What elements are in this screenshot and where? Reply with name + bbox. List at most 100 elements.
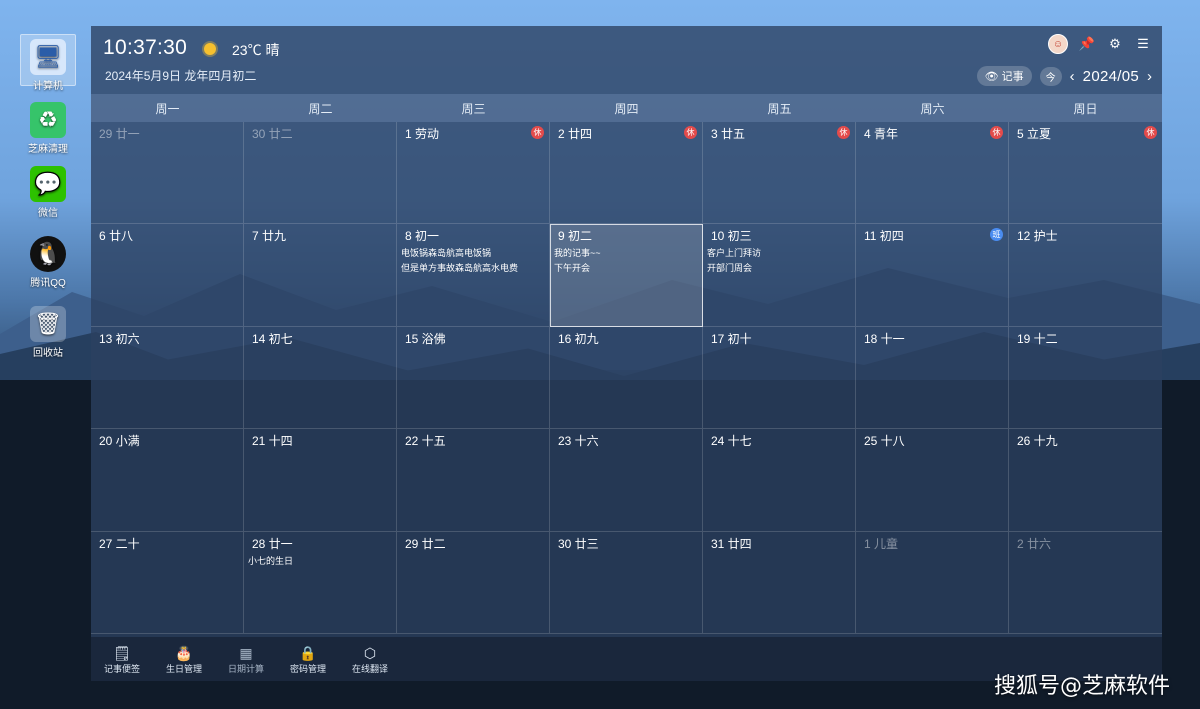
calendar-day-cell[interactable]: 27 二十 bbox=[91, 531, 244, 634]
day-label: 2 廿六 bbox=[1017, 536, 1052, 551]
notes-toggle-button[interactable]: 👁 记事 bbox=[976, 66, 1032, 86]
calendar-day-cell[interactable]: 17 初十 bbox=[703, 326, 856, 430]
settings-icon[interactable]: ⚙ bbox=[1106, 35, 1124, 53]
day-label: 12 护士 bbox=[1017, 229, 1058, 244]
calendar-day-cell[interactable]: 8 初一 电饭锅森岛航高电饭锅 但是单方事故森岛航高水电费 bbox=[397, 224, 550, 327]
toolbar-button[interactable]: 🔒 密码管理 bbox=[289, 644, 327, 675]
day-label: 28 廿一 bbox=[252, 536, 293, 551]
calendar-day-cell[interactable]: 30 廿三 bbox=[550, 531, 703, 634]
calculator-icon: ▦ bbox=[239, 644, 253, 661]
calendar-day-cell[interactable]: 29 廿一 bbox=[91, 122, 244, 225]
calendar-day-cell[interactable]: 3 廿五 休 bbox=[703, 122, 856, 225]
day-label: 31 廿四 bbox=[711, 536, 752, 551]
day-label: 7 廿九 bbox=[252, 229, 287, 244]
day-label: 16 初九 bbox=[558, 331, 599, 346]
calendar-day-cell[interactable]: 29 廿二 bbox=[397, 531, 550, 634]
cleaner-icon: ♻ bbox=[30, 102, 66, 138]
calendar-day-cell[interactable]: 10 初三 客户上门拜访 开部门周会 bbox=[703, 224, 856, 327]
calendar-panel: 10:37:30 23℃ 晴 2024年5月9日 龙年四月初二 ☺ 📌 ⚙ ☰ … bbox=[91, 26, 1162, 681]
day-label: 30 廿三 bbox=[558, 536, 599, 551]
calendar-day-cell[interactable]: 16 初九 bbox=[550, 326, 703, 430]
calendar-day-cell[interactable]: 23 十六 bbox=[550, 429, 703, 532]
computer-icon: 🖥 bbox=[30, 39, 66, 75]
next-month-icon[interactable]: › bbox=[1147, 68, 1152, 85]
day-note[interactable]: 下午开会 bbox=[554, 261, 702, 276]
weekday-label: 周四 bbox=[614, 101, 639, 116]
calendar-day-cell[interactable]: 25 十八 bbox=[856, 429, 1009, 532]
cake-icon: 🎂 bbox=[175, 644, 193, 661]
watermark: 搜狐号@芝麻软件 bbox=[993, 674, 1170, 699]
holiday-badge: 休 bbox=[1144, 126, 1157, 139]
day-note[interactable]: 我的记事~~ bbox=[554, 246, 702, 261]
calendar-day-cell[interactable]: 24 十七 bbox=[703, 429, 856, 532]
day-note[interactable]: 开部门周会 bbox=[707, 261, 855, 276]
toolbar-button[interactable]: ⬡ 在线翻译 bbox=[351, 644, 389, 675]
day-label: 6 廿八 bbox=[99, 229, 134, 244]
desktop-icon-cleaner[interactable]: ♻ 芝麻清理 bbox=[20, 98, 76, 155]
today-button[interactable]: 今 bbox=[1039, 66, 1062, 86]
calendar-day-cell[interactable]: 31 廿四 bbox=[703, 531, 856, 634]
day-label: 23 十六 bbox=[558, 434, 599, 449]
pin-icon[interactable]: 📌 bbox=[1078, 35, 1096, 53]
calendar-day-cell[interactable]: 5 立夏 休 bbox=[1009, 122, 1162, 225]
prev-month-icon[interactable]: ‹ bbox=[1070, 68, 1075, 85]
calendar-day-cell[interactable]: 1 劳动 休 bbox=[397, 122, 550, 225]
calendar-day-cell[interactable]: 20 小满 bbox=[91, 429, 244, 532]
weekday-label: 周三 bbox=[461, 101, 486, 116]
calendar-day-cell[interactable]: 14 初七 bbox=[244, 326, 397, 430]
toolbar-label: 生日管理 bbox=[165, 663, 202, 674]
desktop-icon-recycle-bin[interactable]: 🗑 回收站 bbox=[20, 302, 76, 359]
calendar-day-cell[interactable]: 2 廿六 bbox=[1009, 532, 1162, 634]
calendar-day-cell[interactable]: 6 廿八 bbox=[91, 224, 244, 327]
calendar-day-cell[interactable]: 9 初二 我的记事~~ 下午开会 bbox=[550, 224, 703, 327]
toolbar-label: 记事便签 bbox=[103, 663, 140, 674]
calendar-day-cell[interactable]: 26 十九 bbox=[1009, 429, 1162, 532]
day-notes: 小七的生日 bbox=[248, 554, 396, 569]
calendar-day-cell[interactable]: 18 十一 bbox=[856, 326, 1009, 430]
toolbar-label: 在线翻译 bbox=[351, 663, 388, 674]
calendar-day-cell[interactable]: 12 护士 bbox=[1009, 224, 1162, 327]
day-note[interactable]: 电饭锅森岛航高电饭锅 bbox=[401, 246, 549, 261]
desktop-icon-qq[interactable]: 🐧 腾讯QQ bbox=[20, 232, 76, 289]
calendar-day-cell[interactable]: 21 十四 bbox=[244, 429, 397, 532]
desktop-icon-wechat[interactable]: 💬 微信 bbox=[20, 162, 76, 219]
recycle-bin-icon: 🗑 bbox=[30, 306, 66, 342]
calendar-day-cell[interactable]: 7 廿九 bbox=[244, 224, 397, 327]
calendar-day-cell[interactable]: 2 廿四 休 bbox=[550, 122, 703, 225]
day-note[interactable]: 客户上门拜访 bbox=[707, 246, 855, 261]
weekday-header: 周一 周二 周三 周四 周五 周六 周日 bbox=[91, 94, 1162, 122]
sun-icon bbox=[198, 37, 222, 61]
day-label: 19 十二 bbox=[1017, 331, 1058, 346]
calendar-day-cell[interactable]: 13 初六 bbox=[91, 326, 244, 430]
calendar-day-cell[interactable]: 19 十二 bbox=[1009, 327, 1162, 430]
calendar-day-cell[interactable]: 15 浴佛 bbox=[397, 326, 550, 430]
calendar-day-cell[interactable]: 4 青年 休 bbox=[856, 122, 1009, 225]
toolbar-button[interactable]: ▦ 日期计算 bbox=[227, 644, 265, 675]
day-note[interactable]: 小七的生日 bbox=[248, 554, 396, 569]
wechat-icon: 💬 bbox=[30, 166, 66, 202]
menu-icon[interactable]: ☰ bbox=[1134, 35, 1152, 53]
avatar[interactable]: ☺ bbox=[1048, 34, 1068, 54]
weekday-label: 周六 bbox=[920, 101, 945, 116]
calendar-day-cell[interactable]: 1 儿童 bbox=[856, 531, 1009, 634]
day-label: 4 青年 bbox=[864, 127, 899, 141]
calendar-day-cell[interactable]: 30 廿二 bbox=[244, 122, 397, 225]
day-label: 30 廿二 bbox=[252, 127, 293, 141]
weekday-label: 周日 bbox=[1073, 101, 1098, 116]
day-note[interactable]: 但是单方事故森岛航高水电费 bbox=[401, 261, 549, 276]
toolbar-button[interactable]: 🎂 生日管理 bbox=[165, 644, 203, 675]
translate-icon: ⬡ bbox=[363, 644, 377, 661]
day-label: 1 劳动 bbox=[405, 127, 440, 141]
calendar-day-cell[interactable]: 11 初四班 bbox=[856, 224, 1009, 327]
weekday-label: 周二 bbox=[308, 101, 333, 116]
holiday-badge: 休 bbox=[990, 126, 1003, 139]
day-label: 29 廿一 bbox=[99, 127, 140, 141]
calendar-day-cell[interactable]: 22 十五 bbox=[397, 429, 550, 532]
toolbar-button[interactable]: 🗒 记事便签 bbox=[103, 644, 141, 675]
calendar-day-cell[interactable]: 28 廿一小七的生日 bbox=[244, 531, 397, 634]
weekday-label: 周一 bbox=[155, 101, 180, 116]
day-label: 15 浴佛 bbox=[405, 331, 446, 346]
desktop-icon-computer[interactable]: 🖥 计算机 bbox=[20, 34, 76, 92]
holiday-badge: 休 bbox=[684, 126, 697, 139]
desktop-icon-label: 计算机 bbox=[33, 81, 63, 92]
